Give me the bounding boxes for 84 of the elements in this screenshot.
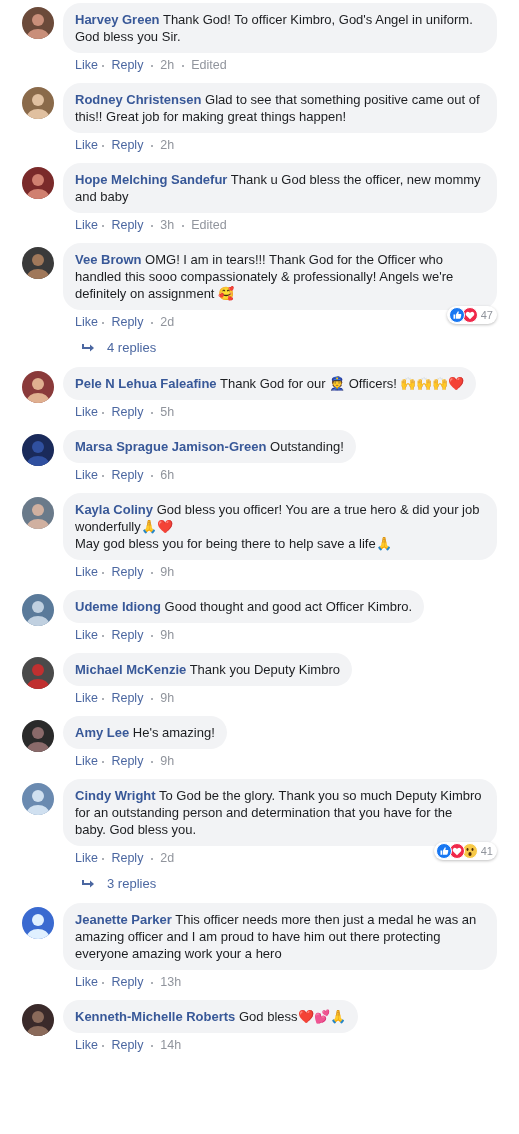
avatar[interactable] [22,1004,54,1036]
comment-text: Hope Melching Sandefur Thank u God bless the officer, new mommy and baby [75,171,482,205]
comment-action-link[interactable]: Reply [111,405,144,419]
timestamp[interactable]: 2d [160,851,175,865]
author-link[interactable]: Hope Melching Sandefur [75,172,228,187]
author-link[interactable]: Pele N Lehua Faleafine [75,376,217,391]
author-link[interactable]: Marsa Sprague Jamison-Green [75,439,267,454]
reply-arrow-icon [81,342,95,353]
comment-action-link[interactable]: Reply [111,138,144,152]
comment-action-link[interactable]: Like [75,628,98,642]
edited-label[interactable]: Edited [191,218,227,232]
comment-text: Marsa Sprague Jamison-Green Outstanding! [75,438,344,455]
timestamp[interactable]: 2h [160,138,175,152]
comment-action-link[interactable]: Reply [111,754,144,768]
comment-action-link[interactable]: Reply [111,851,144,865]
comment-action-link[interactable]: Like [75,691,98,705]
comment-action-link[interactable]: Like [75,58,98,72]
comment-action-link[interactable]: Reply [111,565,144,579]
comment-text: Michael McKenzie Thank you Deputy Kimbro [75,661,340,678]
comment-action-link[interactable]: Reply [111,218,144,232]
author-link[interactable]: Kayla Coliny [75,502,154,517]
comment-action-link[interactable]: Reply [111,628,144,642]
edited-label[interactable]: Edited [191,58,227,72]
thumbs-up-icon [448,307,465,323]
timestamp[interactable]: 3h [160,218,175,232]
comment-action-link[interactable]: Reply [111,1038,144,1052]
comment-text: Jeanette Parker This officer needs more then just a medal he was an amazing officer and I am proud to have him out there protecting everyone amazing work your a hero [75,911,478,962]
avatar[interactable] [22,657,54,689]
reply-arrow-icon [81,878,95,889]
timestamp[interactable]: 9h [160,565,175,579]
avatar[interactable] [22,371,54,403]
comment-action-link[interactable]: Reply [111,691,144,705]
timestamp[interactable]: 9h [160,691,175,705]
comment-text: Cindy Wright To God be the glory. Thank you so much Deputy Kimbro for an outstanding person and determination that you have for the baby. God bless you. [75,787,483,838]
comment-action-link[interactable]: Like [75,565,98,579]
comment-action-link[interactable]: Reply [111,975,144,989]
comment-action-link[interactable]: Reply [111,58,144,72]
author-link[interactable]: Jeanette Parker [75,912,172,927]
comment-action-link[interactable]: Like [75,218,98,232]
avatar[interactable] [22,7,54,39]
timestamp[interactable]: 6h [160,468,175,482]
comment-action-link[interactable]: Like [75,754,98,768]
timestamp[interactable]: 9h [160,754,175,768]
timestamp[interactable]: 5h [160,405,175,419]
comment-text: Pele N Lehua Faleafine Thank God for our 👮 Officers! 🙌🙌🙌❤ [75,375,465,392]
avatar[interactable] [22,167,54,199]
comment-action-link[interactable]: Like [75,468,98,482]
author-link[interactable]: Rodney Christensen [75,92,202,107]
view-replies-link[interactable]: 4 replies [107,340,157,355]
comment-action-link[interactable]: Like [75,138,98,152]
comment-action-link[interactable]: Reply [111,468,144,482]
author-link[interactable]: Kenneth-Michelle Roberts [75,1009,236,1024]
author-link[interactable]: Cindy Wright [75,788,156,803]
comment-text: Kayla Coliny God bless you officer! You are a true hero & did your job wonderfully🙏❤ May god bless you for being there to help save a life🙏 [75,501,481,552]
timestamp[interactable]: 13h [160,975,182,989]
comment-action-link[interactable]: Like [75,405,98,419]
timestamp[interactable]: 14h [160,1038,182,1052]
reaction-count[interactable]: 47 [446,306,497,324]
avatar[interactable] [22,247,54,279]
comment-text: Amy Lee He's amazing! [75,724,215,741]
thumbs-up-icon [435,843,452,859]
comment-action-link[interactable]: Like [75,315,98,329]
surprised-face-icon [461,843,478,859]
comment-text: Vee Brown OMG! I am in tears!!! Thank God for the Officer who handled this sooo compassionately & professionally! Angels we're definitely on assignment 🥰 [75,251,455,302]
comment-action-link[interactable]: Like [75,975,98,989]
comment-action-link[interactable]: Like [75,851,98,865]
author-link[interactable]: Amy Lee [75,725,130,740]
avatar[interactable] [22,720,54,752]
author-link[interactable]: Udeme Idiong [75,599,161,614]
timestamp[interactable]: 2d [160,315,175,329]
comment-text: Rodney Christensen Glad to see that something positive came out of this!! Great job for making great things happen! [75,91,481,125]
avatar[interactable] [22,434,54,466]
reaction-count[interactable]: 41 [433,842,497,860]
comment-text: Harvey Green Thank God! To officer Kimbro, God's Angel in uniform. God bless you Sir. [75,11,474,45]
author-link[interactable]: Harvey Green [75,12,160,27]
comment-text: Udeme Idiong Good thought and good act Officer Kimbro. [75,598,413,615]
comment-text: Kenneth-Michelle Roberts God bless❤💕🙏 [75,1008,346,1025]
author-link[interactable]: Michael McKenzie [75,662,187,677]
comment-action-link[interactable]: Like [75,1038,98,1052]
author-link[interactable]: Vee Brown [75,252,142,267]
view-replies-link[interactable]: 3 replies [107,876,157,891]
comment-action-link[interactable]: Reply [111,315,144,329]
timestamp[interactable]: 9h [160,628,175,642]
timestamp[interactable]: 2h [160,58,175,72]
